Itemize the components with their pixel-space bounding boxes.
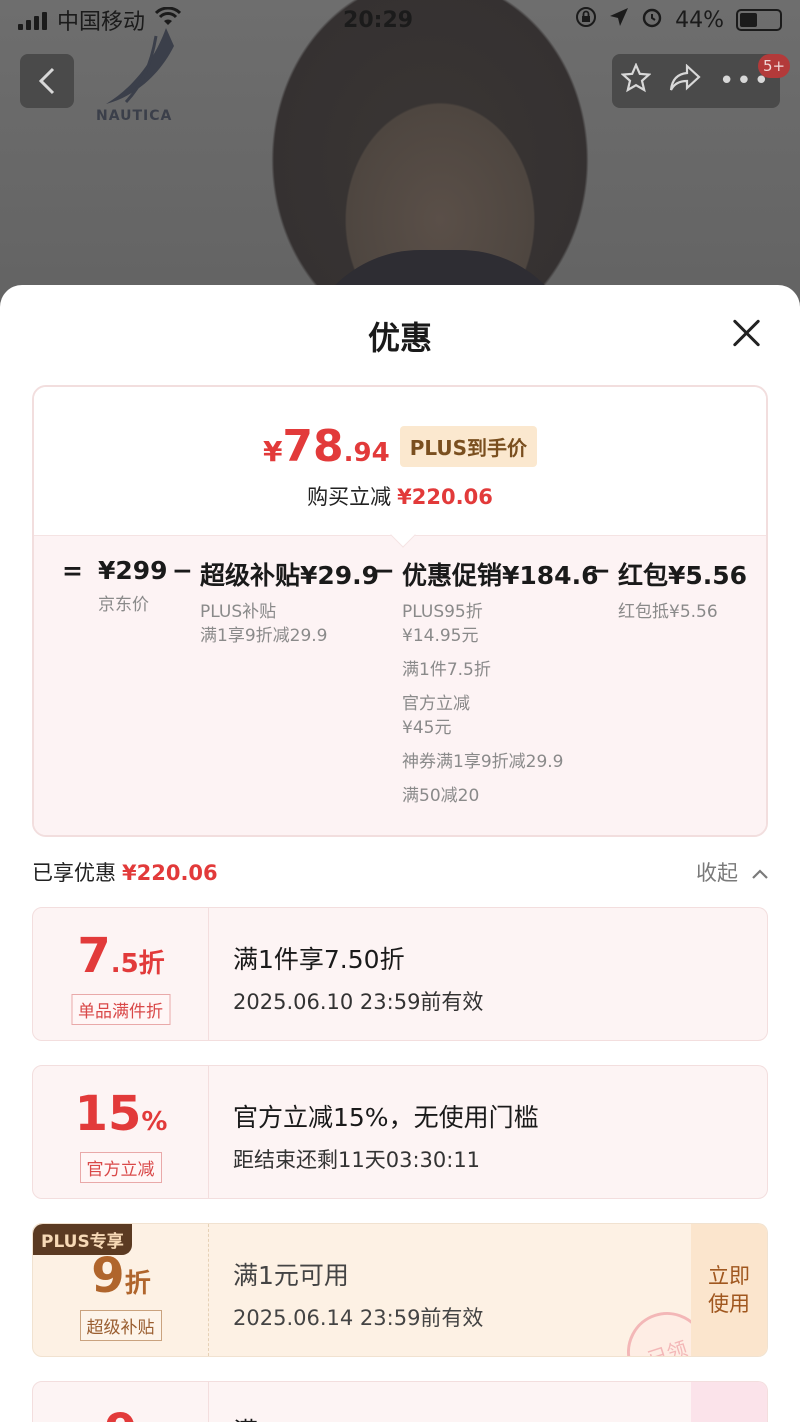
final-price: ¥78.94: [262, 421, 390, 472]
coupon-side-panel: [691, 1382, 767, 1422]
use-now-button[interactable]: 立即 使用: [691, 1224, 767, 1356]
coupon-title: 满1件享7.50折: [233, 945, 405, 974]
minus-sign: −: [374, 556, 395, 585]
coupon-value: 9折: [91, 1248, 151, 1304]
breakdown-super-subsidy: 超级补贴¥29.9 PLUS补贴 满1享9折减29.9: [200, 561, 380, 646]
battery-percent: 44%: [675, 7, 724, 33]
plus-exclusive-badge: PLUS专享: [33, 1224, 132, 1255]
price-breakdown: = ¥299 京东价 − 超级补贴¥29.9 PLUS补贴 满1享9折减29.9…: [34, 535, 766, 835]
rotation-lock-icon: [575, 6, 597, 34]
clock: 20:29: [343, 7, 414, 33]
plus-price-tag: PLUS到手价: [399, 426, 538, 467]
total-savings: 购买立减 ¥220.06: [307, 485, 493, 509]
enjoyed-discount-header: 已享优惠 ¥220.06: [32, 861, 218, 885]
brand-logo-text: NAUTICA: [96, 108, 173, 124]
share-icon[interactable]: [669, 62, 701, 99]
coupon-title: 满: [233, 1412, 258, 1422]
breakdown-red-packet: 红包¥5.56 红包抵¥5.56: [618, 561, 748, 622]
coupon-countdown: 距结束还剩11天03:30:11: [233, 1148, 481, 1172]
coupon-card[interactable]: 9 满: [32, 1381, 768, 1422]
chevron-left-icon: [38, 67, 55, 95]
battery-icon: [735, 9, 782, 31]
close-icon[interactable]: [728, 315, 764, 351]
coupon-card[interactable]: 15% 官方立减 官方立减15%，无使用门槛 距结束还剩11天03:30:11: [32, 1065, 768, 1199]
discount-sheet: 优惠 ¥78.94 PLUS到手价 购买立减 ¥220.06 = ¥299 京东价…: [0, 285, 800, 1422]
collapse-toggle[interactable]: 收起: [696, 857, 769, 887]
favorite-star-icon[interactable]: [620, 61, 652, 100]
notification-badge: 5+: [758, 54, 791, 78]
coupon-type-tag: 单品满件折: [71, 994, 170, 1025]
equals-sign: =: [62, 556, 83, 585]
signal-icon: [18, 10, 47, 30]
coupon-value: 7.5折: [77, 928, 165, 984]
coupon-value: 15%: [74, 1086, 168, 1142]
coupon-type-tag: 官方立减: [79, 1152, 162, 1183]
price-summary-card: ¥78.94 PLUS到手价 购买立减 ¥220.06 = ¥299 京东价 − …: [32, 385, 768, 837]
coupon-validity: 2025.06.10 23:59前有效: [233, 990, 484, 1014]
coupon-value: 9: [33, 1404, 209, 1422]
top-actions: •••: [612, 54, 780, 108]
plus-coupon-card[interactable]: 9折 超级补贴 PLUS专享 满1元可用 2025.06.14 23:59前有效…: [32, 1223, 768, 1357]
coupon-title: 官方立减15%，无使用门槛: [233, 1103, 539, 1132]
sheet-title: 优惠: [367, 319, 432, 357]
minus-sign: −: [172, 556, 193, 585]
breakdown-promotion: 优惠促销¥184.6 PLUS95折 ¥14.95元 满1件7.5折 官方立减 …: [402, 561, 599, 806]
back-button[interactable]: [20, 54, 74, 108]
chevron-up-icon: [751, 869, 768, 879]
coupon-card[interactable]: 7.5折 单品满件折 满1件享7.50折 2025.06.10 23:59前有效: [32, 907, 768, 1041]
alarm-icon: [641, 6, 663, 34]
breakdown-jd-price: ¥299 京东价: [98, 556, 168, 615]
location-icon: [609, 7, 629, 33]
coupon-title: 满1元可用: [233, 1261, 349, 1290]
minus-sign: −: [590, 556, 611, 585]
coupon-validity: 2025.06.14 23:59前有效: [233, 1306, 484, 1330]
coupon-type-tag: 超级补贴: [79, 1310, 162, 1341]
